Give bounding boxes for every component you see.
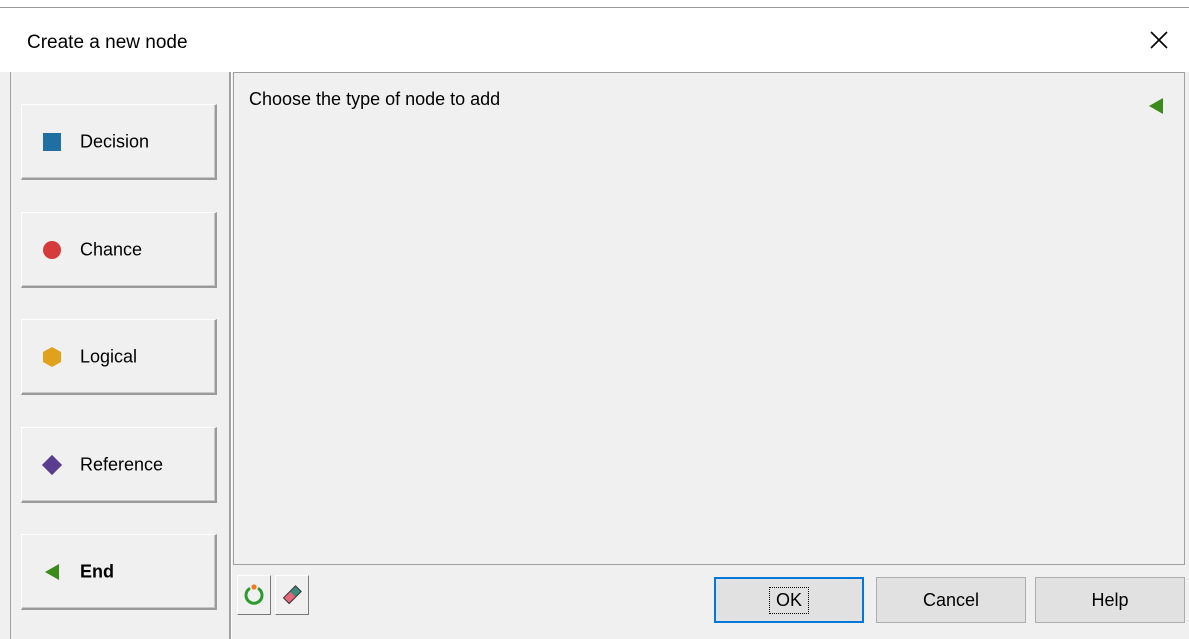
cancel-button[interactable]: Cancel bbox=[876, 577, 1026, 623]
red-circle-icon bbox=[41, 239, 63, 261]
ok-label: OK bbox=[768, 586, 809, 614]
cancel-label: Cancel bbox=[922, 589, 980, 610]
help-label: Help bbox=[1091, 589, 1129, 610]
logical-button[interactable]: Logical bbox=[21, 319, 217, 395]
chance-button[interactable]: Chance bbox=[21, 212, 217, 288]
window-title: Create a new node bbox=[27, 32, 188, 53]
reference-label: Reference bbox=[80, 454, 164, 474]
node-type-panel: Decision Chance Logical Reference End bbox=[10, 72, 226, 639]
dialog-body: Decision Chance Logical Reference End Ch… bbox=[0, 72, 1189, 639]
back-arrow-icon[interactable] bbox=[1148, 97, 1164, 120]
purple-diamond-icon bbox=[41, 454, 63, 476]
green-triangle-icon bbox=[41, 561, 63, 583]
eraser-button[interactable] bbox=[275, 575, 309, 615]
decision-button[interactable]: Decision bbox=[21, 104, 217, 180]
end-button[interactable]: End bbox=[21, 534, 217, 610]
refresh-button[interactable] bbox=[237, 575, 271, 615]
decision-label: Decision bbox=[80, 131, 150, 151]
end-label: End bbox=[80, 561, 114, 581]
ok-button[interactable]: OK bbox=[714, 577, 864, 623]
logical-label: Logical bbox=[80, 346, 138, 366]
instruction-text: Choose the type of node to add bbox=[249, 89, 501, 109]
content-area: Choose the type of node to add bbox=[233, 72, 1185, 565]
window-top-edge bbox=[0, 0, 1189, 8]
chance-label: Chance bbox=[80, 239, 143, 259]
reference-button[interactable]: Reference bbox=[21, 427, 217, 503]
refresh-icon bbox=[244, 584, 264, 605]
bottom-toolbar: OK Cancel Help bbox=[233, 567, 1189, 639]
close-icon bbox=[1150, 31, 1168, 49]
orange-hexagon-icon bbox=[41, 346, 63, 368]
panel-divider bbox=[229, 72, 232, 639]
help-button[interactable]: Help bbox=[1035, 577, 1185, 623]
close-button[interactable] bbox=[1129, 8, 1189, 72]
title-bar: Create a new node bbox=[0, 8, 1189, 72]
blue-square-icon bbox=[41, 131, 63, 153]
eraser-icon bbox=[282, 585, 302, 605]
